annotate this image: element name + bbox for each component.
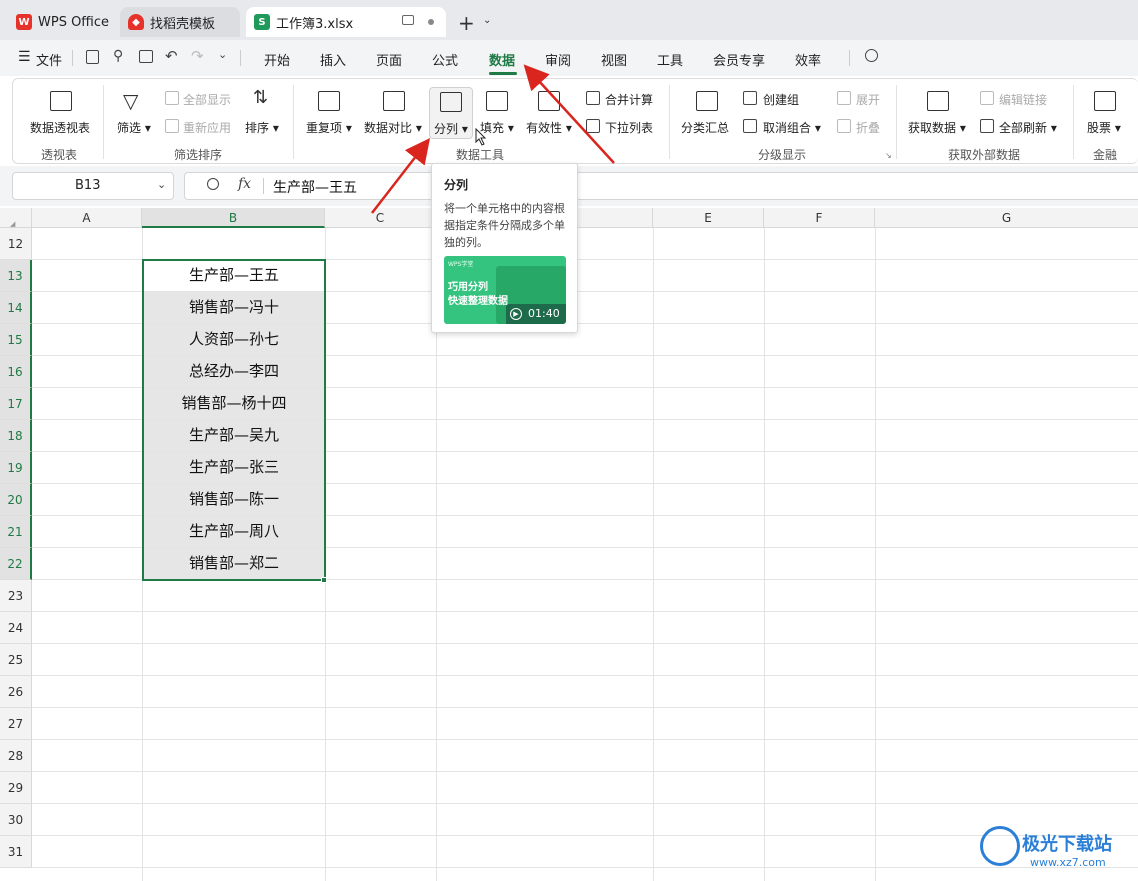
watermark-logo-icon [980,826,1020,866]
arrow-to-data-tab [523,64,615,164]
watermark-url: www.xz7.com [1030,856,1106,869]
arrow-to-split [371,138,431,214]
watermark-text: 极光下载站 [1022,834,1112,855]
annotation-arrows [371,64,615,214]
